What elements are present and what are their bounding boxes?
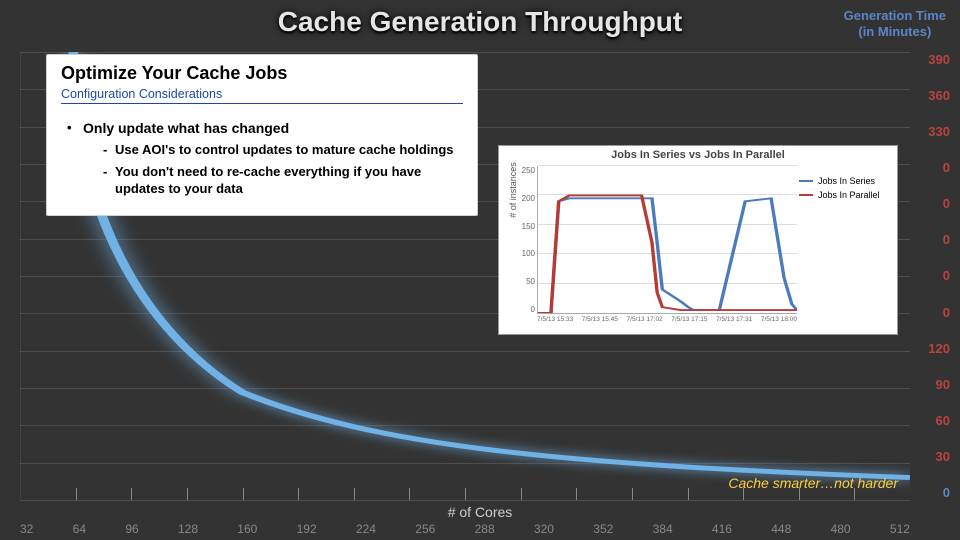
embedded-chart-plot [537,166,797,314]
legend-swatch-series [799,180,813,182]
embedded-chart-xticks: 7/5/13 15:337/5/13 15:457/5/13 17:02 7/5… [537,316,797,323]
y2-axis-title: Generation Time (in Minutes) [844,8,946,39]
y2-ticks: 390 360 330 0 0 0 0 0 120 90 60 30 0 [912,52,950,500]
bullet-sub-1: Use AOI's to control updates to mature c… [103,142,463,158]
overlay-title: Optimize Your Cache Jobs [61,63,463,84]
embedded-chart-title: Jobs In Series vs Jobs In Parallel [499,146,897,162]
embedded-chart-yticks: 050100 150200250 [517,166,535,314]
x-axis-label: # of Cores [0,504,960,520]
overlay-subtitle: Configuration Considerations [61,87,463,104]
chart-title: Cache Generation Throughput [0,6,960,38]
tagline: Cache smarter…not harder [724,474,902,492]
embedded-chart-legend: Jobs In Series Jobs In Parallel [799,176,891,204]
legend-swatch-parallel [799,194,813,196]
embedded-chart: Jobs In Series vs Jobs In Parallel # of … [498,145,898,335]
content-overlay: Optimize Your Cache Jobs Configuration C… [46,54,478,216]
bullet-sub-2: You don't need to re-cache everything if… [103,164,463,197]
bullet-main: Only update what has changed Use AOI's t… [73,120,463,197]
x-ticks: 326496128 160192224256 288320352384 4164… [20,522,910,538]
